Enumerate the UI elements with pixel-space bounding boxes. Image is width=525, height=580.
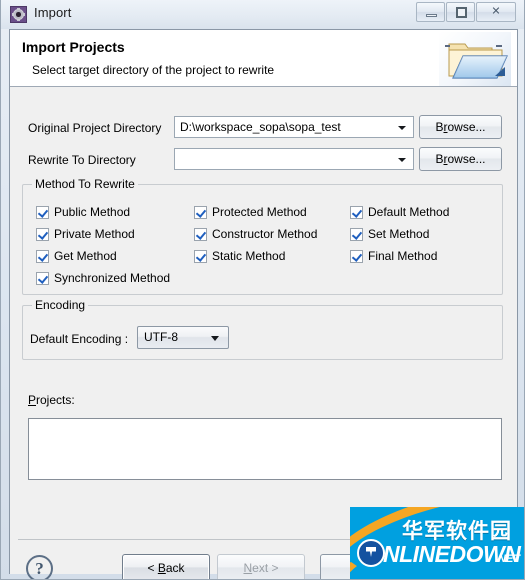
minimize-icon[interactable] [416,2,445,22]
checkbox-label: Synchronized Method [54,271,171,285]
browse-original-button[interactable]: Browse... [419,115,502,139]
close-icon[interactable]: ✕ [476,2,516,22]
default-encoding-select[interactable]: UTF-8 [137,326,229,349]
browse-rewrite-button[interactable]: Browse... [419,147,502,171]
original-directory-input[interactable]: D:\workspace_sopa\sopa_test [174,116,414,138]
page-title: Import Projects [22,39,125,55]
checkbox-box[interactable] [36,206,49,219]
checkbox-label: Protected Method [212,205,307,219]
original-directory-value: D:\workspace_sopa\sopa_test [180,120,341,134]
checkbox-label: Final Method [368,249,438,263]
checkbox-label: Static Method [212,249,286,263]
title-bar: Import ✕ [1,0,524,29]
chevron-down-icon[interactable] [211,336,219,341]
checkbox-label: Public Method [54,205,131,219]
checkbox-box[interactable] [350,250,363,263]
restore-glyph [456,7,467,18]
original-directory-label: Original Project Directory [28,121,162,135]
close-glyph: ✕ [491,5,501,18]
checkbox-box[interactable] [194,228,207,241]
wizard-header: Import Projects Select target directory … [10,30,517,87]
open-folder-icon [439,32,511,86]
projects-label-rest: rojects: [36,393,75,407]
restore-icon[interactable] [446,2,475,22]
checkbox-box[interactable] [194,206,207,219]
projects-label: Projects: [28,393,75,407]
back-button[interactable]: < Back [122,554,210,579]
checkbox-box[interactable] [36,228,49,241]
gear-icon [10,6,27,23]
projects-mnemonic: P [28,393,37,407]
browse-original-label: Browse... [435,120,486,134]
chevron-down-icon[interactable] [398,126,406,130]
next-button: Next > [217,554,305,579]
checkbox-box[interactable] [194,250,207,263]
watermark-logo-icon [357,539,385,567]
checkbox-label: Get Method [54,249,117,263]
watermark-tld-text: .NET [495,553,521,565]
default-encoding-label: Default Encoding : [30,332,129,346]
back-button-label: < Back [147,561,185,575]
checkbox-label: Default Method [368,205,450,219]
checkbox-box[interactable] [36,250,49,263]
encoding-group-title: Encoding [32,298,89,312]
checkbox-box[interactable] [36,272,49,285]
watermark-overlay: 华军软件园 NLINEDOWN .NET [350,507,524,579]
window-title: Import [34,5,72,20]
page-subtitle: Select target directory of the project t… [32,63,275,77]
checkbox-label: Constructor Method [212,227,318,241]
browse-rewrite-label: Browse... [435,152,486,166]
next-button-label: Next > [243,561,279,575]
gear-body [13,9,24,20]
default-encoding-value: UTF-8 [144,330,178,344]
rewrite-directory-input[interactable] [174,148,414,170]
minimize-glyph [426,14,437,17]
checkbox-label: Set Method [368,227,430,241]
help-icon[interactable]: ? [26,555,53,579]
checkbox-box[interactable] [350,206,363,219]
checkbox-label: Private Method [54,227,135,241]
import-dialog-window: Import ✕ Import Projects Select target d… [0,0,525,580]
dialog-body: Import Projects Select target directory … [9,29,518,579]
checkbox-box[interactable] [350,228,363,241]
rewrite-directory-label: Rewrite To Directory [28,153,136,167]
chevron-down-icon[interactable] [398,158,406,162]
method-group-title: Method To Rewrite [32,177,138,191]
projects-list[interactable] [28,418,502,480]
